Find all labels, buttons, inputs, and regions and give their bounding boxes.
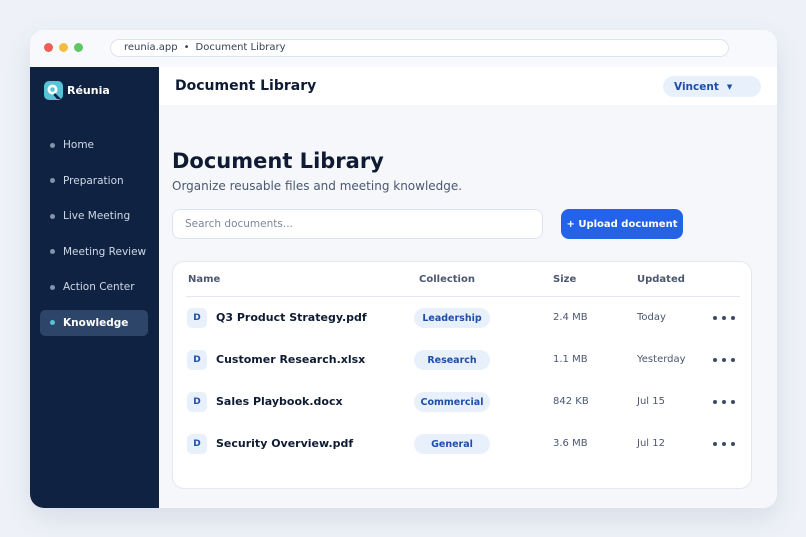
collection-badge: Research xyxy=(414,350,490,370)
sidebar: Réunia Home Preparation Live Meeting Mee… xyxy=(30,67,159,508)
nav-bullet-icon xyxy=(50,320,55,325)
sidebar-item-action-center[interactable]: Action Center xyxy=(40,274,148,300)
window-close-dot[interactable] xyxy=(44,43,53,52)
page-subtitle: Organize reusable files and meeting know… xyxy=(172,179,463,193)
sidebar-item-label: Meeting Review xyxy=(63,245,147,258)
nav-bullet-icon xyxy=(50,142,55,148)
file-size: 3.6 MB xyxy=(553,438,588,449)
table-row[interactable]: D Q3 Product Strategy.pdf Leadership 2.4… xyxy=(173,307,753,329)
brand-name: Réunia xyxy=(67,83,110,97)
brand[interactable]: Réunia xyxy=(44,80,110,100)
topbar-title: Document Library xyxy=(175,78,317,94)
collection-badge: Leadership xyxy=(414,308,490,328)
column-header-updated[interactable]: Updated xyxy=(637,274,685,285)
app-window: reunia.app • Document Library Réunia Home … xyxy=(30,30,777,508)
search-input[interactable]: Search documents... xyxy=(172,209,543,239)
top-bar: Document Library Vincent ▼ xyxy=(159,67,777,105)
file-size: 2.4 MB xyxy=(553,312,588,323)
user-menu-button[interactable]: Vincent ▼ xyxy=(663,76,761,97)
sidebar-item-home[interactable]: Home xyxy=(40,132,148,158)
column-header-name[interactable]: Name xyxy=(188,274,220,285)
sidebar-nav: Home Preparation Live Meeting Meeting Re… xyxy=(40,132,148,345)
page-title: Document Library xyxy=(172,149,384,173)
column-header-collection[interactable]: Collection xyxy=(419,274,475,285)
table-row[interactable]: D Sales Playbook.docx Commercial 842 KB … xyxy=(173,391,753,413)
nav-bullet-icon xyxy=(50,284,55,290)
file-updated: Jul 15 xyxy=(637,396,665,407)
file-size: 1.1 MB xyxy=(553,354,588,365)
file-name[interactable]: Q3 Product Strategy.pdf xyxy=(216,311,367,324)
address-bar[interactable]: reunia.app • Document Library xyxy=(110,39,729,57)
file-icon: D xyxy=(187,308,207,328)
more-options-icon[interactable] xyxy=(713,356,735,364)
sidebar-item-label: Preparation xyxy=(63,174,124,187)
sidebar-item-label: Live Meeting xyxy=(63,210,131,222)
address-separator: • xyxy=(183,42,190,53)
sidebar-item-preparation[interactable]: Preparation xyxy=(40,168,148,194)
window-maximize-dot[interactable] xyxy=(74,43,83,52)
file-name[interactable]: Security Overview.pdf xyxy=(216,437,353,450)
sidebar-item-meeting-review[interactable]: Meeting Review xyxy=(40,239,148,265)
main-content: Document Library Organize reusable files… xyxy=(159,105,777,508)
user-name: Vincent xyxy=(674,80,719,93)
sidebar-item-label: Knowledge xyxy=(63,316,129,329)
reunia-logo-icon xyxy=(44,80,63,100)
table-row[interactable]: D Customer Research.xlsx Research 1.1 MB… xyxy=(173,349,753,371)
sidebar-item-live-meeting[interactable]: Live Meeting xyxy=(40,203,148,229)
header-divider xyxy=(186,296,740,297)
nav-bullet-icon xyxy=(50,213,55,219)
collection-badge: General xyxy=(414,434,490,454)
nav-bullet-icon xyxy=(50,249,55,254)
column-header-size[interactable]: Size xyxy=(553,274,576,285)
more-options-icon[interactable] xyxy=(713,314,735,322)
file-name[interactable]: Sales Playbook.docx xyxy=(216,395,343,408)
documents-table: Name Collection Size Updated D Q3 Produc… xyxy=(172,261,752,489)
nav-bullet-icon xyxy=(50,178,55,183)
file-updated: Jul 12 xyxy=(637,438,665,449)
sidebar-item-label: Home xyxy=(63,139,95,151)
file-updated: Yesterday xyxy=(637,354,686,365)
file-size: 842 KB xyxy=(553,396,589,407)
file-name[interactable]: Customer Research.xlsx xyxy=(216,353,365,366)
file-icon: D xyxy=(187,392,207,412)
window-minimize-dot[interactable] xyxy=(59,43,68,52)
sidebar-item-label: Action Center xyxy=(63,281,135,293)
address-page: Document Library xyxy=(195,42,286,53)
address-domain: reunia.app xyxy=(124,42,178,53)
collection-badge: Commercial xyxy=(414,392,490,412)
file-icon: D xyxy=(187,434,207,454)
sidebar-item-knowledge[interactable]: Knowledge xyxy=(40,309,148,336)
search-placeholder: Search documents... xyxy=(185,218,293,230)
caret-down-icon: ▼ xyxy=(726,82,733,91)
more-options-icon[interactable] xyxy=(713,398,735,406)
file-icon: D xyxy=(187,350,207,370)
table-row[interactable]: D Security Overview.pdf General 3.6 MB J… xyxy=(173,433,753,455)
upload-button-label: + Upload document xyxy=(566,218,678,230)
more-options-icon[interactable] xyxy=(713,440,735,448)
upload-document-button[interactable]: + Upload document xyxy=(561,209,683,239)
file-updated: Today xyxy=(637,312,666,323)
browser-chrome: reunia.app • Document Library xyxy=(30,30,777,67)
